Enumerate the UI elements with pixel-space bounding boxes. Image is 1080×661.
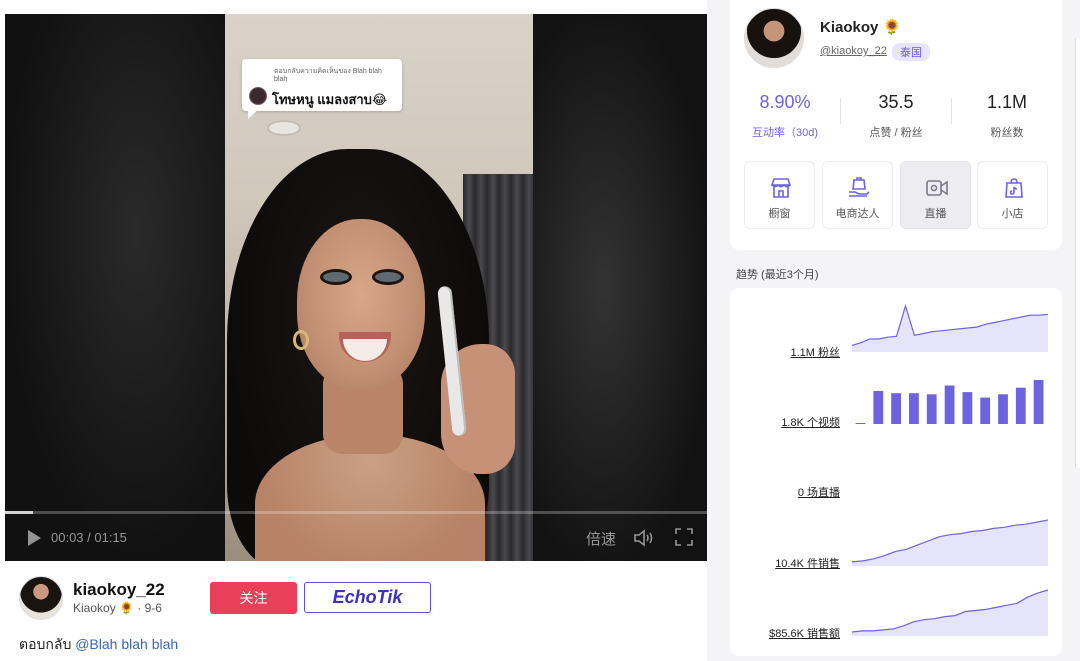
profile-avatar[interactable]	[744, 8, 804, 68]
trend-bar	[873, 391, 884, 424]
volume-icon[interactable]	[633, 528, 655, 548]
trend-sparkline-revenue	[851, 589, 1049, 636]
feature-label: 直播	[924, 208, 947, 220]
trend-bar	[980, 397, 991, 424]
stat-engagement-label: 互动率（30d)	[751, 127, 819, 139]
stat-likes-ratio-value: 35.5	[878, 92, 914, 112]
echotik-button[interactable]: EchoTik	[304, 582, 431, 613]
trend-label-revenue[interactable]: $85.6K 销售额	[769, 625, 840, 641]
stat-followers-value: 1.1M	[986, 92, 1028, 112]
reply-header: ตอบกลับความคิดเห็นของ Blah blah blah	[274, 68, 382, 83]
trend-bar	[944, 385, 955, 424]
profile-name[interactable]: Kiaokoy 🌻	[820, 18, 901, 36]
author-subline: Kiaokoy 🌻 · 9-6	[73, 601, 162, 615]
feature-live-button[interactable]: 直播	[900, 161, 971, 229]
stat-followers-label: 粉丝数	[990, 127, 1024, 139]
trend-bar	[891, 393, 901, 424]
profile-handle-link[interactable]: @kiaokoy_22	[820, 45, 887, 57]
trend-card: 1.1M 粉丝 1.8K 个视频 0 场直播 10.4K 件销售 $85.6K …	[730, 288, 1062, 656]
trend-bar	[1015, 387, 1026, 424]
feature-label: 橱窗	[768, 208, 791, 220]
trend-bar	[909, 393, 919, 424]
person-eye	[323, 272, 349, 282]
commenter-avatar	[249, 87, 267, 105]
feature-showcase-button[interactable]: 橱窗	[744, 161, 815, 229]
speed-button[interactable]: 倍速	[586, 528, 616, 549]
trend-label-sales[interactable]: 10.4K 件销售	[775, 555, 840, 571]
play-icon[interactable]	[25, 529, 43, 547]
trend-area	[852, 590, 1048, 636]
scrollbar-edge[interactable]	[1075, 38, 1080, 468]
app-root: ตอบกลับความคิดเห็นของ Blah blah blah โทษ…	[0, 0, 1080, 661]
storefront-icon	[770, 178, 792, 198]
earring	[293, 330, 309, 350]
stat-likes-ratio-label: 点赞 / 粉丝	[869, 127, 923, 139]
fullscreen-icon[interactable]	[675, 528, 693, 546]
person-face	[297, 219, 425, 389]
stat-engagement-value: 8.90%	[759, 92, 811, 112]
ceiling-light	[269, 122, 299, 134]
live-camera-icon	[926, 180, 948, 196]
reply-comment-bubble: ตอบกลับความคิดเห็นของ Blah blah blah โทษ…	[242, 59, 402, 119]
trend-label-videos[interactable]: 1.8K 个视频	[781, 414, 840, 430]
video-blur-left	[5, 14, 225, 561]
progress-fill	[5, 511, 34, 514]
video-player[interactable]: ตอบกลับความคิดเห็นของ Blah blah blah โทษ…	[5, 14, 707, 561]
video-caption: ตอบกลับ @Blah blah blah	[19, 634, 178, 656]
caption-prefix: ตอบกลับ	[19, 636, 76, 652]
progress-bar[interactable]	[5, 511, 707, 514]
trend-bar	[855, 423, 866, 424]
feature-label: 电商达人	[835, 208, 880, 220]
caption-mention-link[interactable]: @Blah blah blah	[75, 636, 178, 652]
trend-sparkline-followers	[851, 303, 1049, 352]
trend-bars-videos	[855, 380, 1044, 424]
profile-card: Kiaokoy 🌻 @kiaokoy_22 泰国 8.90% 互动率（30d) …	[730, 0, 1062, 250]
trend-bar	[998, 394, 1008, 424]
feature-label: 小店	[1001, 208, 1024, 220]
follow-button[interactable]: 关注	[210, 582, 297, 614]
reply-text: โทษหนู แมลงสาบ😂	[272, 92, 388, 107]
trend-bar	[1033, 380, 1044, 424]
trend-title: 趋势 (最近3个月)	[736, 269, 819, 281]
trend-bar	[962, 392, 973, 424]
trend-sparkline-sales	[851, 519, 1049, 566]
tiktok-shop-icon	[1005, 178, 1023, 198]
trend-bar	[926, 394, 937, 424]
author-username[interactable]: kiaokoy_22	[73, 580, 165, 600]
trend-area	[852, 306, 1048, 352]
shopping-bag-hand-icon	[849, 177, 870, 197]
trend-label-live[interactable]: 0 场直播	[798, 484, 840, 500]
feature-shop-button[interactable]: 小店	[977, 161, 1048, 229]
trend-area	[852, 520, 1048, 566]
trend-label-followers[interactable]: 1.1M 粉丝	[790, 344, 840, 360]
person-eye	[375, 272, 401, 282]
country-badge: 泰国	[892, 43, 930, 61]
creator-panel: Kiaokoy 🌻 @kiaokoy_22 泰国 8.90% 互动率（30d) …	[707, 0, 1080, 661]
video-blur-right	[533, 14, 707, 561]
time-display: 00:03 / 01:15	[51, 530, 127, 545]
feature-ecommerce-creator-button[interactable]: 电商达人	[822, 161, 893, 229]
author-avatar[interactable]	[19, 576, 63, 620]
